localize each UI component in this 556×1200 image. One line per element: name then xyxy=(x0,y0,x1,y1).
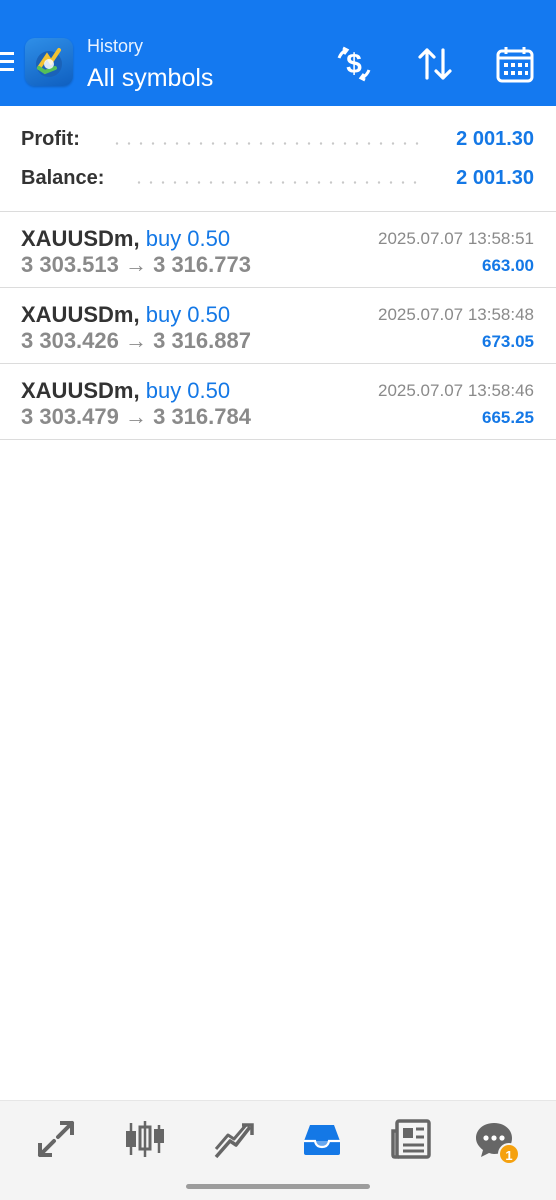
deal-side-volume: buy 0.50 xyxy=(145,302,231,327)
deal-side-volume: buy 0.50 xyxy=(145,378,231,403)
deal-symbol-line: XAUUSDm, buy 0.50 xyxy=(21,378,230,404)
sort-icon[interactable] xyxy=(415,44,455,84)
history-summary: Profit: 2 001.30 Balance: 2 001.30 xyxy=(0,106,556,212)
news-icon[interactable] xyxy=(389,1117,433,1161)
deal-prices: 3 303.426 → 3 316.887 xyxy=(21,328,251,353)
deal-row[interactable]: XAUUSDm, buy 0.50 3 303.479 → 3 316.784 … xyxy=(0,364,556,440)
deal-symbol: XAUUSDm xyxy=(21,378,134,403)
deal-separator: , xyxy=(133,226,140,251)
history-icon[interactable] xyxy=(300,1117,344,1161)
profit-row: Profit: 2 001.30 xyxy=(21,128,534,156)
svg-text:$: $ xyxy=(346,48,362,79)
deal-prices: 3 303.479 → 3 316.784 xyxy=(21,404,251,429)
deal-time: 2025.07.07 13:58:48 xyxy=(378,305,534,324)
dotted-leader xyxy=(133,181,419,184)
deal-separator: , xyxy=(133,302,140,327)
deal-profit: 673.05 xyxy=(482,332,534,351)
menu-icon[interactable] xyxy=(0,52,16,76)
deal-symbol-line: XAUUSDm, buy 0.50 xyxy=(21,302,230,328)
page-title[interactable]: All symbols xyxy=(87,64,213,93)
balance-value: 2 001.30 xyxy=(456,167,534,189)
quotes-icon[interactable] xyxy=(34,1117,78,1161)
deal-row[interactable]: XAUUSDm, buy 0.50 3 303.513 → 3 316.773 … xyxy=(0,212,556,288)
dotted-leader xyxy=(111,142,419,145)
deals-list: XAUUSDm, buy 0.50 3 303.513 → 3 316.773 … xyxy=(0,212,556,440)
balance-label: Balance: xyxy=(21,167,105,189)
home-indicator[interactable] xyxy=(186,1184,370,1189)
notification-badge: 1 xyxy=(498,1143,520,1165)
deal-time: 2025.07.07 13:58:51 xyxy=(378,229,534,248)
deal-side-volume: buy 0.50 xyxy=(145,226,231,251)
deal-symbol: XAUUSDm xyxy=(21,226,134,251)
deal-profit: 663.00 xyxy=(482,256,534,275)
metatrader-logo xyxy=(25,38,73,86)
deal-separator: , xyxy=(133,378,140,403)
app-bar: History All symbols $ xyxy=(0,0,556,106)
trade-icon[interactable] xyxy=(212,1117,256,1161)
deal-symbol-line: XAUUSDm, buy 0.50 xyxy=(21,226,230,252)
profit-label: Profit: xyxy=(21,128,80,150)
deal-row[interactable]: XAUUSDm, buy 0.50 3 303.426 → 3 316.887 … xyxy=(0,288,556,364)
deal-symbol: XAUUSDm xyxy=(21,302,134,327)
calendar-icon[interactable] xyxy=(495,44,535,84)
deal-time: 2025.07.07 13:58:46 xyxy=(378,381,534,400)
balance-row: Balance: 2 001.30 xyxy=(21,167,534,195)
deal-prices: 3 303.513 → 3 316.773 xyxy=(21,252,251,277)
deal-profit: 665.25 xyxy=(482,408,534,427)
messages-icon[interactable]: 1 xyxy=(472,1117,520,1165)
deposit-withdrawal-icon[interactable]: $ xyxy=(334,44,374,84)
profit-value: 2 001.30 xyxy=(456,128,534,150)
page-subtitle: History xyxy=(87,36,144,56)
chart-icon[interactable] xyxy=(123,1117,167,1161)
